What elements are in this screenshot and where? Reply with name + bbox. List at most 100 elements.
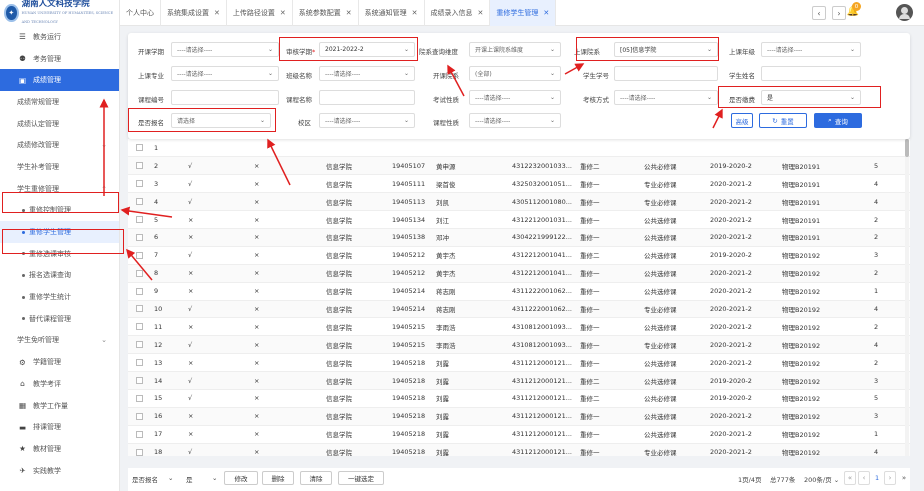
select-xiaoqu[interactable]: ----请选择---- ⌄: [319, 113, 415, 128]
close-icon[interactable]: ✕: [346, 9, 352, 17]
tab-0[interactable]: 个人中心: [120, 0, 161, 26]
row-checkbox-cell[interactable]: [128, 156, 152, 176]
reset-button[interactable]: ↻ 重置: [759, 113, 807, 128]
tab-2[interactable]: 上传路径设置 ✕: [227, 0, 293, 26]
sidebar-item-16[interactable]: ⌂ 教学考评: [0, 373, 119, 395]
row-checkbox[interactable]: [136, 251, 143, 259]
sidebar-item-19[interactable]: ★ 教材管理: [0, 438, 119, 460]
row-checkbox[interactable]: [136, 233, 143, 241]
table-scrollbar[interactable]: [905, 139, 909, 456]
select-shangke-nianji[interactable]: ----请选择---- ⌄: [761, 42, 861, 57]
row-checkbox[interactable]: [136, 412, 143, 420]
sidebar-item-4[interactable]: 成绩认定管理: [0, 113, 119, 135]
tab-5[interactable]: 成绩录入信息 ✕: [425, 0, 491, 26]
row-checkbox[interactable]: [136, 269, 143, 277]
tab-3[interactable]: 系统参数配置 ✕: [293, 0, 359, 26]
next-page-button[interactable]: ›: [884, 471, 896, 485]
close-icon[interactable]: ✕: [478, 9, 484, 17]
select-yuanxi-chaxun[interactable]: 开课上课院系维度 ⌄: [469, 42, 561, 57]
select-kaike-xueqi[interactable]: ----请选择---- ⌄: [171, 42, 279, 57]
table-row[interactable]: 18 √ × 信息学院 19405218 刘露 4311212000121... 重修一 专业必…: [128, 443, 910, 456]
sidebar-item-14[interactable]: 学生免听管理 ⌄: [0, 330, 119, 352]
table-row[interactable]: 3 √ × 信息学院 19405111 梁首俊 4325032001051... 重修一 专业必…: [128, 174, 910, 194]
row-checkbox-cell[interactable]: [128, 282, 152, 301]
select-shifou-jiaofei[interactable]: 是 ⌄: [761, 90, 861, 105]
table-row[interactable]: 8 × × 信息学院 19405212 黄宇杰 4312212001041... 重修一 公共选…: [128, 264, 910, 283]
delete-button[interactable]: 删除: [262, 471, 294, 485]
table-row[interactable]: 17 × × 信息学院 19405218 刘露 4311212000121... 重修一 公共选…: [128, 425, 910, 444]
chevron-down-icon[interactable]: ⌄: [212, 474, 217, 482]
close-icon[interactable]: ✕: [214, 9, 220, 17]
close-icon[interactable]: ✕: [280, 9, 286, 17]
sidebar-item-7[interactable]: 学生重修管理 ⌃: [0, 178, 119, 200]
sidebar-item-1[interactable]: ⚉ 考务管理: [0, 48, 119, 70]
footer-field-value[interactable]: 是: [186, 474, 193, 484]
table-row[interactable]: 9 × × 信息学院 19405214 蒋志刚 4311222001062... 重修一 公共选…: [128, 282, 910, 301]
row-checkbox-cell[interactable]: [128, 228, 152, 247]
row-checkbox-cell[interactable]: [128, 317, 152, 337]
select-shifou-baoming[interactable]: 请选择 ⌄: [171, 113, 271, 128]
row-checkbox-cell[interactable]: [128, 139, 152, 158]
table-row[interactable]: 2 √ × 信息学院 19405107 黄申源 4312232001033... 重修二 公共必…: [128, 156, 910, 176]
tab-4[interactable]: 系统通知管理 ✕: [359, 0, 425, 26]
row-checkbox[interactable]: [136, 162, 143, 170]
input-kecheng-bianhao[interactable]: [171, 90, 279, 105]
row-checkbox[interactable]: [136, 287, 143, 295]
row-checkbox-cell[interactable]: [128, 407, 152, 426]
sidebar-item-12[interactable]: 重修学生统计: [0, 286, 119, 308]
sidebar-item-20[interactable]: ✈ 实践教学: [0, 460, 119, 482]
row-checkbox[interactable]: [136, 305, 143, 313]
table-row[interactable]: 1: [128, 139, 910, 158]
row-checkbox[interactable]: [136, 341, 143, 349]
input-xuesheng-xuehao[interactable]: [614, 66, 718, 81]
page-size-select[interactable]: 200条/页 ⌄: [804, 474, 839, 484]
sidebar-item-2[interactable]: ▣ 成绩管理: [0, 69, 119, 92]
row-checkbox[interactable]: [136, 323, 143, 331]
sidebar-item-13[interactable]: 替代课程管理: [0, 308, 119, 330]
sidebar-item-8[interactable]: 重修控制管理: [0, 200, 119, 222]
current-page[interactable]: 1: [875, 474, 879, 482]
row-checkbox-cell[interactable]: [128, 335, 152, 355]
sidebar-item-10[interactable]: 重修选课审核: [0, 243, 119, 265]
close-icon[interactable]: ✕: [412, 9, 418, 17]
table-row[interactable]: 10 √ × 信息学院 19405214 蒋志刚 4311222001062... 重修一 专业…: [128, 300, 910, 319]
last-page-button[interactable]: »: [898, 471, 910, 485]
tab-next-button[interactable]: ›: [832, 6, 846, 20]
row-checkbox[interactable]: [136, 144, 143, 152]
sidebar-item-17[interactable]: ▦ 教学工作量: [0, 395, 119, 417]
row-checkbox[interactable]: [136, 198, 143, 206]
select-shangke-zhuanye[interactable]: ----请选择---- ⌄: [171, 66, 279, 81]
avatar[interactable]: [896, 4, 913, 21]
sidebar-item-6[interactable]: 学生补考管理: [0, 156, 119, 178]
table-row[interactable]: 7 √ × 信息学院 19405212 黄宇杰 4312212001041... 重修二 公共选…: [128, 246, 910, 265]
sidebar-item-18[interactable]: ▬ 排课管理: [0, 416, 119, 438]
row-checkbox-cell[interactable]: [128, 371, 152, 390]
prev-page-button[interactable]: ‹: [858, 471, 870, 485]
row-checkbox[interactable]: [136, 377, 143, 385]
table-row[interactable]: 14 √ × 信息学院 19405218 刘露 4311212000121... 重修二 公共选…: [128, 371, 910, 390]
table-row[interactable]: 12 √ × 信息学院 19405215 李雨浩 4310812001093... 重修一 专业…: [128, 335, 910, 355]
sidebar-item-3[interactable]: 成绩常规管理: [0, 91, 119, 113]
row-checkbox-cell[interactable]: [128, 389, 152, 408]
table-row[interactable]: 16 × × 信息学院 19405218 刘露 4311212000121... 重修一 公共选…: [128, 407, 910, 426]
sidebar-item-5[interactable]: 成绩修改管理 ⌄: [0, 134, 119, 156]
row-checkbox-cell[interactable]: [128, 210, 152, 229]
select-kecheng-xingzhi[interactable]: ----请选择---- ⌄: [469, 113, 561, 128]
advanced-button[interactable]: 高级: [731, 113, 753, 128]
table-row[interactable]: 6 × × 信息学院 19405138 邓冲 4304221999122... 重修一 公共选修…: [128, 228, 910, 247]
row-checkbox[interactable]: [136, 448, 143, 456]
sidebar-item-15[interactable]: ⚙ 学籍管理: [0, 351, 119, 373]
select-shangke-yuanxi[interactable]: [05]信息学院 ⌄: [614, 42, 718, 57]
row-checkbox-cell[interactable]: [128, 353, 152, 373]
row-checkbox[interactable]: [136, 394, 143, 402]
table-row[interactable]: 11 × × 信息学院 19405215 李雨浩 4310812001093... 重修一 公共…: [128, 317, 910, 337]
sidebar-item-9[interactable]: 重修学生管理: [0, 221, 119, 243]
input-kecheng-mingcheng[interactable]: [319, 90, 415, 105]
close-icon[interactable]: ✕: [543, 9, 549, 17]
first-page-button[interactable]: «: [844, 471, 856, 485]
sidebar-item-0[interactable]: ☰ 教务运行: [0, 26, 119, 48]
row-checkbox-cell[interactable]: [128, 300, 152, 319]
table-row[interactable]: 15 √ × 信息学院 19405218 刘露 4311212000121... 重修二 公共必…: [128, 389, 910, 408]
tab-1[interactable]: 系统集成设置 ✕: [161, 0, 227, 26]
modify-button[interactable]: 修改: [224, 471, 258, 485]
